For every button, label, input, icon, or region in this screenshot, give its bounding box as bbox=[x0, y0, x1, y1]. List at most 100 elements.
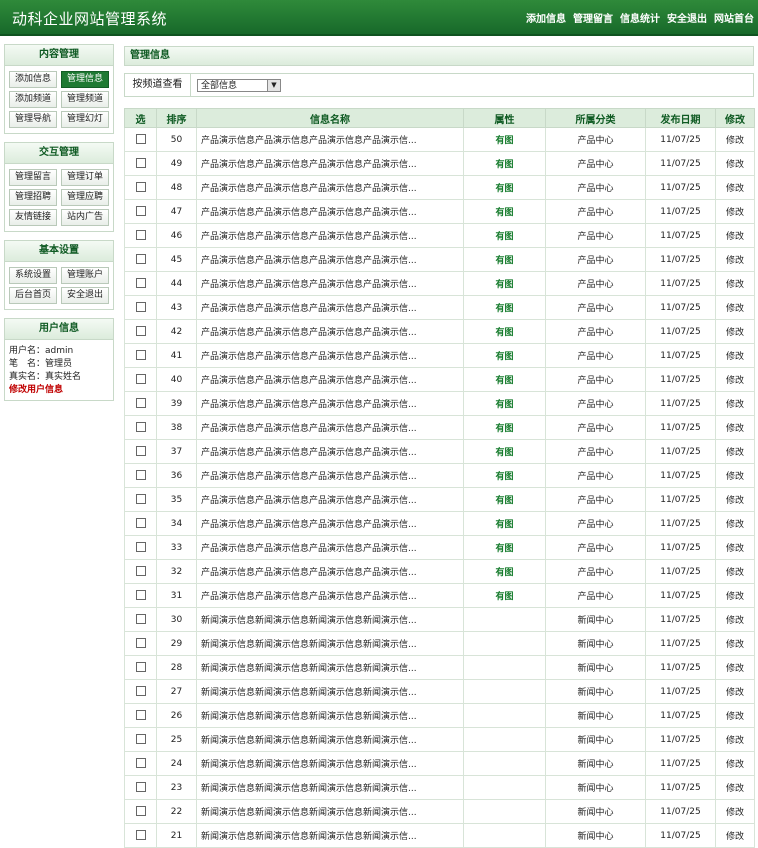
row-title[interactable]: 产品演示信息产品演示信息产品演示信息产品演示信... bbox=[196, 415, 464, 440]
friend-links-button[interactable]: 友情链接 bbox=[9, 209, 57, 226]
manage-channel-button[interactable]: 管理频道 bbox=[61, 91, 109, 108]
row-checkbox[interactable] bbox=[135, 470, 146, 481]
row-title[interactable]: 产品演示信息产品演示信息产品演示信息产品演示信... bbox=[196, 463, 464, 488]
row-checkbox[interactable] bbox=[135, 254, 146, 265]
row-checkbox[interactable] bbox=[135, 614, 146, 625]
row-edit-link[interactable]: 修改 bbox=[715, 703, 755, 728]
column-header-order[interactable]: 排序 bbox=[156, 108, 197, 128]
row-checkbox[interactable] bbox=[135, 782, 146, 793]
row-checkbox[interactable] bbox=[135, 518, 146, 529]
row-edit-link[interactable]: 修改 bbox=[715, 799, 755, 824]
row-checkbox[interactable] bbox=[135, 158, 146, 169]
row-checkbox[interactable] bbox=[135, 326, 146, 337]
row-title[interactable]: 产品演示信息产品演示信息产品演示信息产品演示信... bbox=[196, 559, 464, 584]
row-title[interactable]: 新闻演示信息新闻演示信息新闻演示信息新闻演示信... bbox=[196, 631, 464, 656]
row-edit-link[interactable]: 修改 bbox=[715, 127, 755, 152]
row-edit-link[interactable]: 修改 bbox=[715, 511, 755, 536]
row-edit-link[interactable]: 修改 bbox=[715, 559, 755, 584]
row-title[interactable]: 产品演示信息产品演示信息产品演示信息产品演示信... bbox=[196, 343, 464, 368]
row-checkbox[interactable] bbox=[135, 278, 146, 289]
column-header-attribute[interactable]: 属性 bbox=[463, 108, 546, 128]
row-checkbox[interactable] bbox=[135, 542, 146, 553]
row-checkbox[interactable] bbox=[135, 710, 146, 721]
row-title[interactable]: 产品演示信息产品演示信息产品演示信息产品演示信... bbox=[196, 319, 464, 344]
column-header-name[interactable]: 信息名称 bbox=[196, 108, 464, 128]
row-checkbox[interactable] bbox=[135, 806, 146, 817]
row-edit-link[interactable]: 修改 bbox=[715, 319, 755, 344]
row-edit-link[interactable]: 修改 bbox=[715, 823, 755, 848]
row-title[interactable]: 产品演示信息产品演示信息产品演示信息产品演示信... bbox=[196, 223, 464, 248]
row-checkbox[interactable] bbox=[135, 182, 146, 193]
system-settings-button[interactable]: 系统设置 bbox=[9, 267, 57, 284]
row-edit-link[interactable]: 修改 bbox=[715, 655, 755, 680]
manage-info-button[interactable]: 管理信息 bbox=[61, 71, 109, 88]
row-edit-link[interactable]: 修改 bbox=[715, 271, 755, 296]
row-checkbox[interactable] bbox=[135, 758, 146, 769]
row-title[interactable]: 产品演示信息产品演示信息产品演示信息产品演示信... bbox=[196, 367, 464, 392]
row-edit-link[interactable]: 修改 bbox=[715, 583, 755, 608]
top-nav-info-stats[interactable]: 信息统计 bbox=[620, 10, 660, 25]
site-ads-button[interactable]: 站内广告 bbox=[61, 209, 109, 226]
row-edit-link[interactable]: 修改 bbox=[715, 151, 755, 176]
add-channel-button[interactable]: 添加频道 bbox=[9, 91, 57, 108]
row-title[interactable]: 产品演示信息产品演示信息产品演示信息产品演示信... bbox=[196, 487, 464, 512]
row-edit-link[interactable]: 修改 bbox=[715, 247, 755, 272]
row-title[interactable]: 新闻演示信息新闻演示信息新闻演示信息新闻演示信... bbox=[196, 799, 464, 824]
row-edit-link[interactable]: 修改 bbox=[715, 415, 755, 440]
row-title[interactable]: 产品演示信息产品演示信息产品演示信息产品演示信... bbox=[196, 271, 464, 296]
row-edit-link[interactable]: 修改 bbox=[715, 367, 755, 392]
row-edit-link[interactable]: 修改 bbox=[715, 343, 755, 368]
add-info-button[interactable]: 添加信息 bbox=[9, 71, 57, 88]
row-checkbox[interactable] bbox=[135, 566, 146, 577]
row-title[interactable]: 产品演示信息产品演示信息产品演示信息产品演示信... bbox=[196, 511, 464, 536]
row-checkbox[interactable] bbox=[135, 206, 146, 217]
row-edit-link[interactable]: 修改 bbox=[715, 775, 755, 800]
manage-accounts-button[interactable]: 管理账户 bbox=[61, 267, 109, 284]
row-title[interactable]: 新闻演示信息新闻演示信息新闻演示信息新闻演示信... bbox=[196, 727, 464, 752]
row-title[interactable]: 新闻演示信息新闻演示信息新闻演示信息新闻演示信... bbox=[196, 775, 464, 800]
row-edit-link[interactable]: 修改 bbox=[715, 223, 755, 248]
row-checkbox[interactable] bbox=[135, 446, 146, 457]
manage-nav-button[interactable]: 管理导航 bbox=[9, 111, 57, 128]
row-title[interactable]: 产品演示信息产品演示信息产品演示信息产品演示信... bbox=[196, 151, 464, 176]
manage-applications-button[interactable]: 管理应聘 bbox=[61, 189, 109, 206]
row-title[interactable]: 产品演示信息产品演示信息产品演示信息产品演示信... bbox=[196, 127, 464, 152]
row-edit-link[interactable]: 修改 bbox=[715, 631, 755, 656]
row-title[interactable]: 产品演示信息产品演示信息产品演示信息产品演示信... bbox=[196, 535, 464, 560]
manage-recruitment-button[interactable]: 管理招聘 bbox=[9, 189, 57, 206]
row-edit-link[interactable]: 修改 bbox=[715, 295, 755, 320]
row-edit-link[interactable]: 修改 bbox=[715, 535, 755, 560]
manage-slides-button[interactable]: 管理幻灯 bbox=[61, 111, 109, 128]
top-nav-add-info[interactable]: 添加信息 bbox=[526, 10, 566, 25]
manage-messages-button[interactable]: 管理留言 bbox=[9, 169, 57, 186]
manage-orders-button[interactable]: 管理订单 bbox=[61, 169, 109, 186]
row-edit-link[interactable]: 修改 bbox=[715, 679, 755, 704]
chevron-down-icon[interactable]: ▼ bbox=[267, 79, 280, 91]
row-checkbox[interactable] bbox=[135, 662, 146, 673]
row-title[interactable]: 新闻演示信息新闻演示信息新闻演示信息新闻演示信... bbox=[196, 751, 464, 776]
row-checkbox[interactable] bbox=[135, 374, 146, 385]
row-title[interactable]: 产品演示信息产品演示信息产品演示信息产品演示信... bbox=[196, 175, 464, 200]
row-title[interactable]: 产品演示信息产品演示信息产品演示信息产品演示信... bbox=[196, 391, 464, 416]
row-checkbox[interactable] bbox=[135, 422, 146, 433]
row-title[interactable]: 新闻演示信息新闻演示信息新闻演示信息新闻演示信... bbox=[196, 655, 464, 680]
row-edit-link[interactable]: 修改 bbox=[715, 727, 755, 752]
top-nav-logout[interactable]: 安全退出 bbox=[667, 10, 707, 25]
row-edit-link[interactable]: 修改 bbox=[715, 463, 755, 488]
row-checkbox[interactable] bbox=[135, 590, 146, 601]
row-title[interactable]: 产品演示信息产品演示信息产品演示信息产品演示信... bbox=[196, 295, 464, 320]
admin-home-button[interactable]: 后台首页 bbox=[9, 287, 57, 304]
row-checkbox[interactable] bbox=[135, 398, 146, 409]
row-checkbox[interactable] bbox=[135, 638, 146, 649]
row-title[interactable]: 新闻演示信息新闻演示信息新闻演示信息新闻演示信... bbox=[196, 703, 464, 728]
row-edit-link[interactable]: 修改 bbox=[715, 487, 755, 512]
row-title[interactable]: 产品演示信息产品演示信息产品演示信息产品演示信... bbox=[196, 583, 464, 608]
row-checkbox[interactable] bbox=[135, 134, 146, 145]
row-checkbox[interactable] bbox=[135, 830, 146, 841]
top-nav-site-home[interactable]: 网站首台 bbox=[714, 10, 754, 25]
row-title[interactable]: 新闻演示信息新闻演示信息新闻演示信息新闻演示信... bbox=[196, 823, 464, 848]
row-title[interactable]: 新闻演示信息新闻演示信息新闻演示信息新闻演示信... bbox=[196, 679, 464, 704]
channel-select[interactable]: 全部信息 ▼ bbox=[197, 78, 281, 92]
edit-user-info-link[interactable]: 修改用户信息 bbox=[9, 384, 109, 397]
logout-button[interactable]: 安全退出 bbox=[61, 287, 109, 304]
